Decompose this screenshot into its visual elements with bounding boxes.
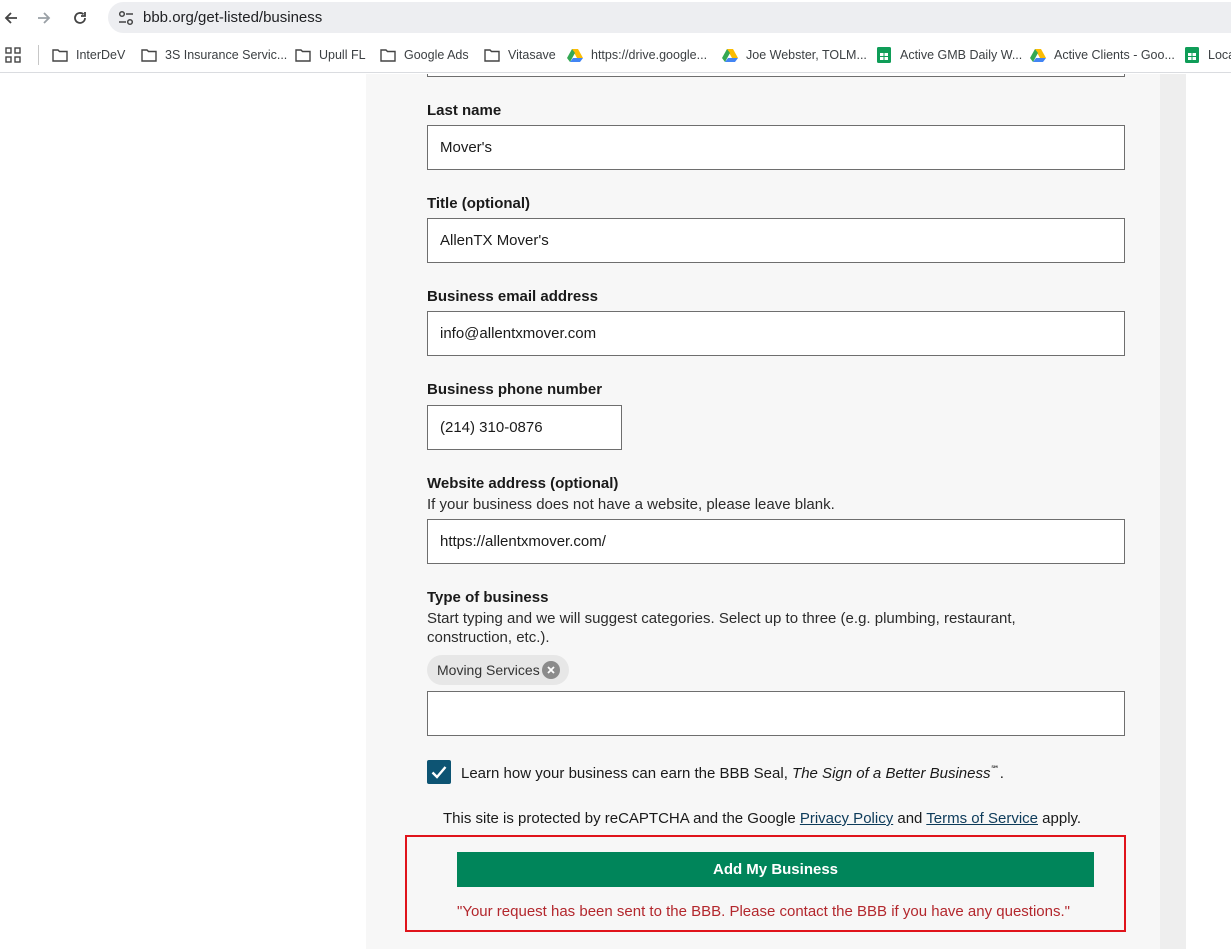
folder-icon	[484, 47, 500, 63]
recaptcha-suffix: apply.	[1038, 810, 1082, 827]
service-mark: ℠	[990, 764, 1000, 774]
last-name-label: Last name	[427, 102, 502, 119]
reload-button[interactable]	[69, 7, 91, 29]
url-bar[interactable]: bbb.org/get-listed/business	[108, 2, 1231, 33]
seal-text: Learn how your business can earn the BBB…	[461, 765, 793, 782]
recaptcha-notice: This site is protected by reCAPTCHA and …	[443, 810, 1081, 827]
recaptcha-prefix: This site is protected by reCAPTCHA and …	[443, 810, 800, 827]
seal-italic: The Sign of a Better Business	[792, 765, 991, 782]
bookmark-item[interactable]: Joe Webster, TOLM...	[722, 46, 867, 64]
status-message: "Your request has been sent to the BBB. …	[457, 903, 1070, 920]
business-type-input[interactable]	[427, 691, 1125, 736]
bookmark-label: Loca	[1208, 48, 1231, 62]
bookmark-label: Google Ads	[404, 48, 469, 62]
title-label: Title (optional)	[427, 195, 531, 212]
folder-icon	[52, 47, 68, 63]
business-type-hint-line1: Start typing and we will suggest categor…	[427, 610, 1016, 627]
bookmark-label: Vitasave	[508, 48, 556, 62]
bookmark-item[interactable]: Upull FL	[295, 46, 366, 64]
apps-grid-icon	[5, 47, 21, 63]
remove-chip-icon[interactable]	[542, 661, 560, 679]
phone-label: Business phone number	[427, 381, 603, 398]
bookmark-item[interactable]: Google Ads	[380, 46, 469, 64]
sheets-icon	[1184, 47, 1200, 63]
bookmark-item[interactable]: Active Clients - Goo...	[1030, 46, 1175, 64]
drive-icon	[722, 47, 738, 63]
website-label: Website address (optional)	[427, 475, 619, 492]
apps-button[interactable]	[5, 46, 21, 64]
drive-icon	[567, 47, 583, 63]
bookmark-label: Active GMB Daily W...	[900, 48, 1023, 62]
address-bar: bbb.org/get-listed/business	[0, 0, 1231, 35]
add-my-business-button[interactable]: Add My Business	[457, 852, 1094, 887]
website-hint: If your business does not have a website…	[427, 496, 835, 513]
bookmark-item[interactable]: 3S Insurance Servic...	[141, 46, 287, 64]
bookmark-label: Joe Webster, TOLM...	[746, 48, 867, 62]
folder-icon	[141, 47, 157, 63]
bookmark-item[interactable]: Vitasave	[484, 46, 556, 64]
category-chip: Moving Services	[427, 655, 569, 685]
forward-arrow-icon	[38, 12, 51, 24]
folder-icon	[295, 47, 311, 63]
bookmark-label: Upull FL	[319, 48, 366, 62]
phone-value: (214) 310-0876	[440, 419, 543, 436]
site-settings-icon[interactable]	[117, 9, 135, 32]
bookmark-item[interactable]: https://drive.google...	[567, 46, 707, 64]
business-type-hint-line2: construction, etc.).	[427, 629, 550, 646]
business-type-label: Type of business	[427, 589, 549, 606]
back-button[interactable]	[0, 7, 22, 29]
folder-icon	[380, 47, 396, 63]
bookmark-item[interactable]: Loca	[1184, 46, 1231, 64]
drive-icon	[1030, 47, 1046, 63]
sheets-icon	[876, 47, 892, 63]
website-value: https://allentxmover.com/	[440, 533, 606, 550]
title-input[interactable]: AllenTX Mover's	[427, 218, 1125, 263]
bookmark-item[interactable]: InterDeV	[52, 46, 125, 64]
reload-icon	[74, 12, 86, 24]
bookmarks-divider	[38, 45, 39, 65]
checkmark-icon	[431, 766, 447, 779]
bbb-seal-checkbox[interactable]	[427, 760, 451, 784]
forward-button[interactable]	[33, 7, 55, 29]
bookmark-label: Active Clients - Goo...	[1054, 48, 1175, 62]
website-input[interactable]: https://allentxmover.com/	[427, 519, 1125, 564]
phone-input[interactable]: (214) 310-0876	[427, 405, 622, 450]
bbb-seal-checkbox-label: Learn how your business can earn the BBB…	[461, 764, 1004, 782]
bookmark-label: https://drive.google...	[591, 48, 708, 62]
url-text: bbb.org/get-listed/business	[143, 9, 323, 26]
email-input[interactable]: info@allentxmover.com	[427, 311, 1125, 356]
privacy-policy-link[interactable]: Privacy Policy	[800, 810, 893, 827]
bookmark-item[interactable]: Active GMB Daily W...	[876, 46, 1022, 64]
terms-of-service-link[interactable]: Terms of Service	[926, 810, 1038, 827]
email-label: Business email address	[427, 288, 598, 305]
seal-end: .	[999, 765, 1004, 782]
bookmark-label: 3S Insurance Servic...	[165, 48, 288, 62]
recaptcha-and: and	[893, 810, 927, 827]
bookmarks-bar: InterDeV 3S Insurance Servic... Upull FL…	[0, 35, 1231, 73]
title-value: AllenTX Mover's	[440, 232, 549, 249]
last-name-input[interactable]: Mover's	[427, 125, 1125, 170]
first-name-input[interactable]	[427, 74, 1125, 77]
page-content: Last name Mover's Title (optional) Allen…	[0, 74, 1231, 949]
bookmark-label: InterDeV	[76, 48, 126, 62]
page-side-band	[1160, 74, 1186, 949]
email-value: info@allentxmover.com	[440, 325, 597, 342]
category-chip-label: Moving Services	[437, 662, 540, 678]
last-name-value: Mover's	[440, 139, 493, 156]
back-arrow-icon	[4, 12, 17, 24]
